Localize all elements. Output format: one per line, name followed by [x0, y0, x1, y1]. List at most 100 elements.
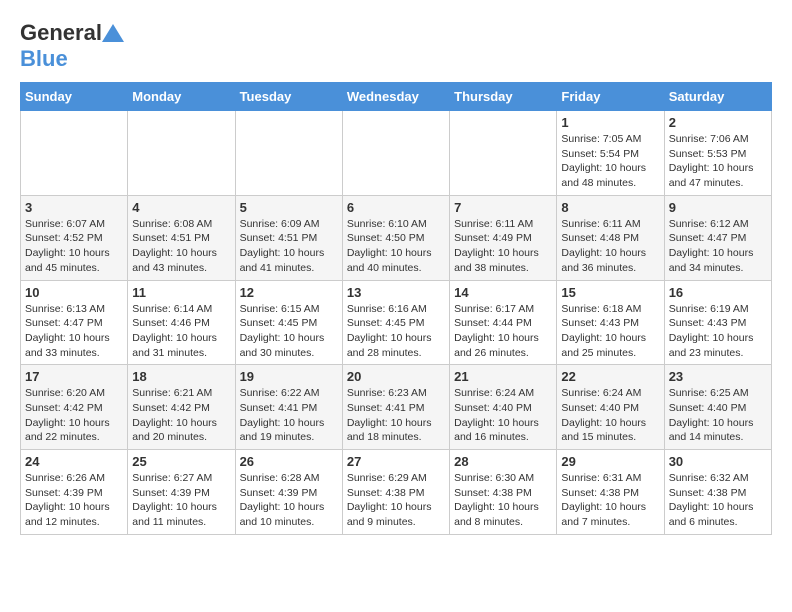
day-info: Sunrise: 6:22 AM Sunset: 4:41 PM Dayligh… — [240, 386, 338, 445]
day-info: Sunrise: 6:20 AM Sunset: 4:42 PM Dayligh… — [25, 386, 123, 445]
day-info: Sunrise: 6:11 AM Sunset: 4:48 PM Dayligh… — [561, 217, 659, 276]
day-number: 25 — [132, 454, 230, 469]
weekday-row: SundayMondayTuesdayWednesdayThursdayFrid… — [21, 83, 772, 111]
day-info: Sunrise: 6:18 AM Sunset: 4:43 PM Dayligh… — [561, 302, 659, 361]
day-info: Sunrise: 6:23 AM Sunset: 4:41 PM Dayligh… — [347, 386, 445, 445]
calendar-day — [21, 111, 128, 196]
day-number: 3 — [25, 200, 123, 215]
day-number: 17 — [25, 369, 123, 384]
day-info: Sunrise: 6:07 AM Sunset: 4:52 PM Dayligh… — [25, 217, 123, 276]
calendar-day: 4 Sunrise: 6:08 AM Sunset: 4:51 PM Daylig… — [128, 195, 235, 280]
day-info: Sunrise: 6:14 AM Sunset: 4:46 PM Dayligh… — [132, 302, 230, 361]
day-number: 19 — [240, 369, 338, 384]
calendar-day — [342, 111, 449, 196]
calendar-day: 10 Sunrise: 6:13 AM Sunset: 4:47 PM Dayli… — [21, 280, 128, 365]
day-number: 26 — [240, 454, 338, 469]
calendar-day: 12 Sunrise: 6:15 AM Sunset: 4:45 PM Dayli… — [235, 280, 342, 365]
day-number: 12 — [240, 285, 338, 300]
day-number: 2 — [669, 115, 767, 130]
day-number: 21 — [454, 369, 552, 384]
day-info: Sunrise: 6:24 AM Sunset: 4:40 PM Dayligh… — [561, 386, 659, 445]
day-number: 24 — [25, 454, 123, 469]
logo-blue: Blue — [20, 46, 68, 71]
day-number: 5 — [240, 200, 338, 215]
day-info: Sunrise: 6:10 AM Sunset: 4:50 PM Dayligh… — [347, 217, 445, 276]
calendar-week-3: 10 Sunrise: 6:13 AM Sunset: 4:47 PM Dayli… — [21, 280, 772, 365]
day-info: Sunrise: 6:30 AM Sunset: 4:38 PM Dayligh… — [454, 471, 552, 530]
calendar-day: 17 Sunrise: 6:20 AM Sunset: 4:42 PM Dayli… — [21, 365, 128, 450]
calendar-day: 16 Sunrise: 6:19 AM Sunset: 4:43 PM Dayli… — [664, 280, 771, 365]
logo-general: General — [20, 20, 102, 46]
calendar-day: 7 Sunrise: 6:11 AM Sunset: 4:49 PM Daylig… — [450, 195, 557, 280]
day-number: 11 — [132, 285, 230, 300]
day-info: Sunrise: 6:21 AM Sunset: 4:42 PM Dayligh… — [132, 386, 230, 445]
day-number: 16 — [669, 285, 767, 300]
calendar-day: 5 Sunrise: 6:09 AM Sunset: 4:51 PM Daylig… — [235, 195, 342, 280]
calendar-day: 1 Sunrise: 7:05 AM Sunset: 5:54 PM Daylig… — [557, 111, 664, 196]
calendar-table: SundayMondayTuesdayWednesdayThursdayFrid… — [20, 82, 772, 535]
calendar-day: 25 Sunrise: 6:27 AM Sunset: 4:39 PM Dayli… — [128, 450, 235, 535]
day-number: 23 — [669, 369, 767, 384]
day-number: 28 — [454, 454, 552, 469]
day-number: 22 — [561, 369, 659, 384]
day-number: 30 — [669, 454, 767, 469]
day-info: Sunrise: 6:27 AM Sunset: 4:39 PM Dayligh… — [132, 471, 230, 530]
logo: General Blue — [20, 20, 124, 72]
day-info: Sunrise: 6:28 AM Sunset: 4:39 PM Dayligh… — [240, 471, 338, 530]
calendar-day: 27Sunrise: 6:29 AM Sunset: 4:38 PM Dayli… — [342, 450, 449, 535]
calendar-day: 24 Sunrise: 6:26 AM Sunset: 4:39 PM Dayli… — [21, 450, 128, 535]
day-number: 29 — [561, 454, 659, 469]
calendar-week-4: 17 Sunrise: 6:20 AM Sunset: 4:42 PM Dayli… — [21, 365, 772, 450]
day-info: Sunrise: 6:26 AM Sunset: 4:39 PM Dayligh… — [25, 471, 123, 530]
calendar-day: 21 Sunrise: 6:24 AM Sunset: 4:40 PM Dayli… — [450, 365, 557, 450]
day-number: 1 — [561, 115, 659, 130]
day-info: Sunrise: 6:19 AM Sunset: 4:43 PM Dayligh… — [669, 302, 767, 361]
day-info: Sunrise: 6:13 AM Sunset: 4:47 PM Dayligh… — [25, 302, 123, 361]
day-number: 10 — [25, 285, 123, 300]
day-info: Sunrise: 6:17 AM Sunset: 4:44 PM Dayligh… — [454, 302, 552, 361]
calendar-week-1: 1 Sunrise: 7:05 AM Sunset: 5:54 PM Daylig… — [21, 111, 772, 196]
day-number: 4 — [132, 200, 230, 215]
calendar-week-2: 3 Sunrise: 6:07 AM Sunset: 4:52 PM Daylig… — [21, 195, 772, 280]
day-info: Sunrise: 7:05 AM Sunset: 5:54 PM Dayligh… — [561, 132, 659, 191]
day-number: 8 — [561, 200, 659, 215]
calendar-day: 18 Sunrise: 6:21 AM Sunset: 4:42 PM Dayli… — [128, 365, 235, 450]
day-info: Sunrise: 6:31 AM Sunset: 4:38 PM Dayligh… — [561, 471, 659, 530]
day-number: 18 — [132, 369, 230, 384]
calendar-day: 29 Sunrise: 6:31 AM Sunset: 4:38 PM Dayli… — [557, 450, 664, 535]
calendar-week-5: 24 Sunrise: 6:26 AM Sunset: 4:39 PM Dayli… — [21, 450, 772, 535]
calendar-day: 28 Sunrise: 6:30 AM Sunset: 4:38 PM Dayli… — [450, 450, 557, 535]
page-header: General Blue — [20, 20, 772, 72]
calendar-day: 11 Sunrise: 6:14 AM Sunset: 4:46 PM Dayli… — [128, 280, 235, 365]
day-number: 27 — [347, 454, 445, 469]
day-number: 9 — [669, 200, 767, 215]
calendar-day: 8 Sunrise: 6:11 AM Sunset: 4:48 PM Daylig… — [557, 195, 664, 280]
day-info: Sunrise: 6:15 AM Sunset: 4:45 PM Dayligh… — [240, 302, 338, 361]
calendar-day: 9 Sunrise: 6:12 AM Sunset: 4:47 PM Daylig… — [664, 195, 771, 280]
day-info: Sunrise: 6:11 AM Sunset: 4:49 PM Dayligh… — [454, 217, 552, 276]
day-number: 13 — [347, 285, 445, 300]
weekday-header-thursday: Thursday — [450, 83, 557, 111]
logo-icon — [102, 24, 124, 42]
calendar-day: 13Sunrise: 6:16 AM Sunset: 4:45 PM Dayli… — [342, 280, 449, 365]
calendar-day: 19 Sunrise: 6:22 AM Sunset: 4:41 PM Dayli… — [235, 365, 342, 450]
calendar-day: 2 Sunrise: 7:06 AM Sunset: 5:53 PM Daylig… — [664, 111, 771, 196]
day-info: Sunrise: 6:24 AM Sunset: 4:40 PM Dayligh… — [454, 386, 552, 445]
day-info: Sunrise: 6:12 AM Sunset: 4:47 PM Dayligh… — [669, 217, 767, 276]
calendar-day: 20 Sunrise: 6:23 AM Sunset: 4:41 PM Dayli… — [342, 365, 449, 450]
weekday-header-sunday: Sunday — [21, 83, 128, 111]
day-info: Sunrise: 6:09 AM Sunset: 4:51 PM Dayligh… — [240, 217, 338, 276]
day-number: 14 — [454, 285, 552, 300]
day-info: Sunrise: 6:08 AM Sunset: 4:51 PM Dayligh… — [132, 217, 230, 276]
calendar-day: 6Sunrise: 6:10 AM Sunset: 4:50 PM Daylig… — [342, 195, 449, 280]
day-number: 20 — [347, 369, 445, 384]
calendar-day: 15 Sunrise: 6:18 AM Sunset: 4:43 PM Dayli… — [557, 280, 664, 365]
calendar-day: 3 Sunrise: 6:07 AM Sunset: 4:52 PM Daylig… — [21, 195, 128, 280]
day-info: Sunrise: 6:32 AM Sunset: 4:38 PM Dayligh… — [669, 471, 767, 530]
day-number: 15 — [561, 285, 659, 300]
day-info: Sunrise: 6:25 AM Sunset: 4:40 PM Dayligh… — [669, 386, 767, 445]
calendar-day — [235, 111, 342, 196]
day-number: 7 — [454, 200, 552, 215]
calendar-header: SundayMondayTuesdayWednesdayThursdayFrid… — [21, 83, 772, 111]
day-info: Sunrise: 7:06 AM Sunset: 5:53 PM Dayligh… — [669, 132, 767, 191]
